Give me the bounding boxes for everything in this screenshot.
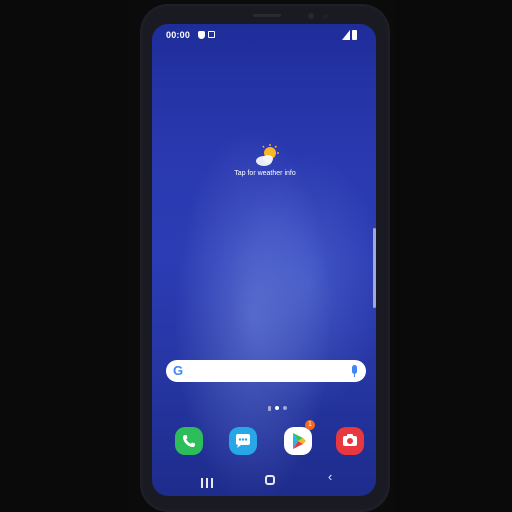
proximity-sensor — [308, 13, 314, 19]
microphone-icon[interactable] — [352, 365, 357, 374]
google-logo-icon: G — [173, 363, 184, 378]
play-store-app-icon[interactable] — [284, 427, 312, 455]
signal-icon — [342, 30, 350, 40]
notification-badge: 1 — [305, 420, 315, 430]
shield-icon — [198, 31, 205, 39]
wallpaper — [152, 24, 376, 496]
camera-app-icon[interactable] — [336, 427, 364, 455]
screenshot-icon — [208, 31, 215, 38]
home-icon[interactable] — [265, 475, 275, 485]
microphone-stand — [354, 374, 355, 377]
status-bar: 00:00 — [152, 28, 376, 42]
home-page-indicator — [268, 406, 271, 411]
weather-partly-cloudy-icon[interactable] — [254, 144, 280, 168]
page-dot-current — [275, 406, 279, 410]
dark-background-left — [0, 0, 128, 512]
battery-icon — [352, 30, 357, 40]
recent-apps-icon[interactable] — [201, 478, 213, 488]
home-screen — [152, 24, 376, 496]
front-camera — [323, 14, 328, 19]
back-icon[interactable]: ‹ — [328, 470, 332, 484]
earpiece — [253, 14, 281, 17]
edge-panel-handle[interactable] — [373, 228, 376, 308]
phone-app-icon[interactable] — [175, 427, 203, 455]
page-dot — [283, 406, 287, 410]
messages-app-icon[interactable] — [229, 427, 257, 455]
google-search-bar[interactable]: G — [166, 360, 366, 382]
weather-label[interactable]: Tap for weather info — [218, 170, 312, 177]
status-time: 00:00 — [166, 30, 191, 40]
dark-background-right — [394, 0, 512, 512]
